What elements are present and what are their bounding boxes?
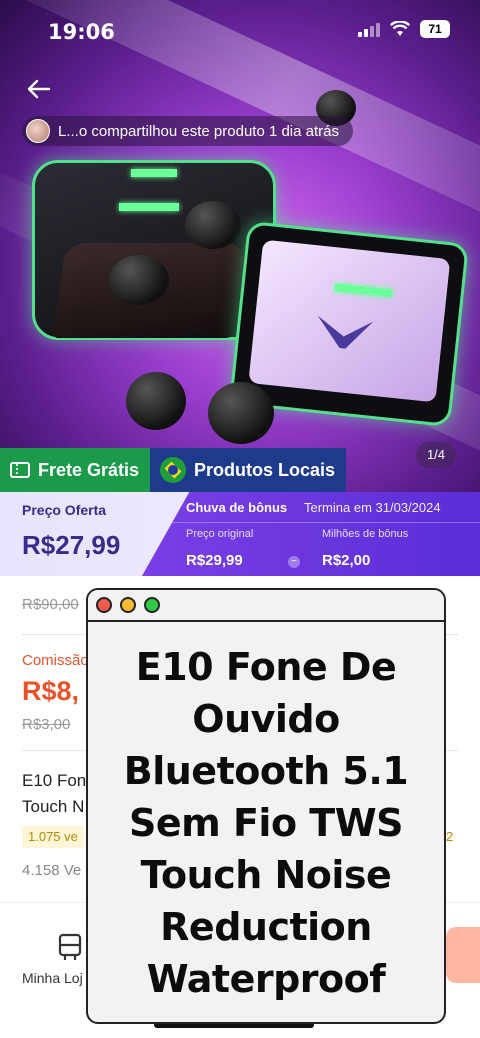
original-price: R$29,99 [186,552,243,569]
image-counter: 1/4 [416,442,456,468]
earbud-image [126,372,186,430]
original-price-label: Preço original [186,528,254,540]
wifi-icon [390,21,410,36]
shared-by-text: L...o compartilhou este produto 1 dia at… [58,122,340,140]
ticket-icon [10,462,30,478]
earbud-image [208,382,274,444]
sold-count: 4.158 Ve [22,862,82,879]
product-badges: Frete Grátis Produtos Locais [0,448,346,492]
status-bar: 19:06 71 [0,0,480,64]
minus-icon: − [288,556,300,568]
signal-icon [358,21,380,37]
old-price: R$90,00 [22,596,79,613]
bonus-title: Chuva de bônus [186,500,288,515]
window-titlebar [88,590,444,622]
my-store-label: Minha Loj [22,970,83,986]
commission-label: Comissão [22,652,89,669]
sales-badge: 1.075 ve [22,826,84,848]
divider [152,522,480,523]
local-products-badge: Produtos Locais [150,448,346,492]
commission-value: R$8, [22,676,80,706]
old-commission: R$3,00 [22,716,71,733]
action-button[interactable] [446,927,480,983]
shared-by-banner: L...o compartilhou este produto 1 dia at… [22,116,354,146]
product-image-gallery[interactable]: 19:06 71 L...o compartilhou este produto… [0,0,480,492]
price-banner: Preço Oferta R$27,99 Chuva de bônus Term… [0,492,480,576]
bonus-amount: R$2,00 [322,552,371,569]
back-arrow-icon [27,79,51,99]
offer-price-label: Preço Oferta [22,502,107,518]
free-shipping-badge: Frete Grátis [0,448,150,492]
bonus-amount-label: Milhões de bônus [322,528,409,540]
status-time: 19:06 [48,20,115,44]
bonus-panel[interactable]: Chuva de bônus Termina em 31/03/2024 Pre… [142,492,480,576]
back-button[interactable] [22,72,56,106]
product-title: E10 Fone De Ouvido Bluetooth 5.1 Sem Fio… [123,645,409,1001]
avatar [26,119,50,143]
battery-icon: 71 [420,20,450,38]
minimize-window-icon[interactable] [120,597,136,613]
brazil-flag-icon [160,457,186,483]
offer-price: R$27,99 [22,530,121,560]
sales-badge-right: 2 [446,829,454,844]
close-window-icon[interactable] [96,597,112,613]
bonus-end-date: Termina em 31/03/2024 [304,500,441,515]
store-icon [58,933,82,960]
maximize-window-icon[interactable] [144,597,160,613]
my-store-button[interactable]: Minha Loj [22,933,94,986]
title-overlay-window: E10 Fone De Ouvido Bluetooth 5.1 Sem Fio… [86,588,446,1024]
